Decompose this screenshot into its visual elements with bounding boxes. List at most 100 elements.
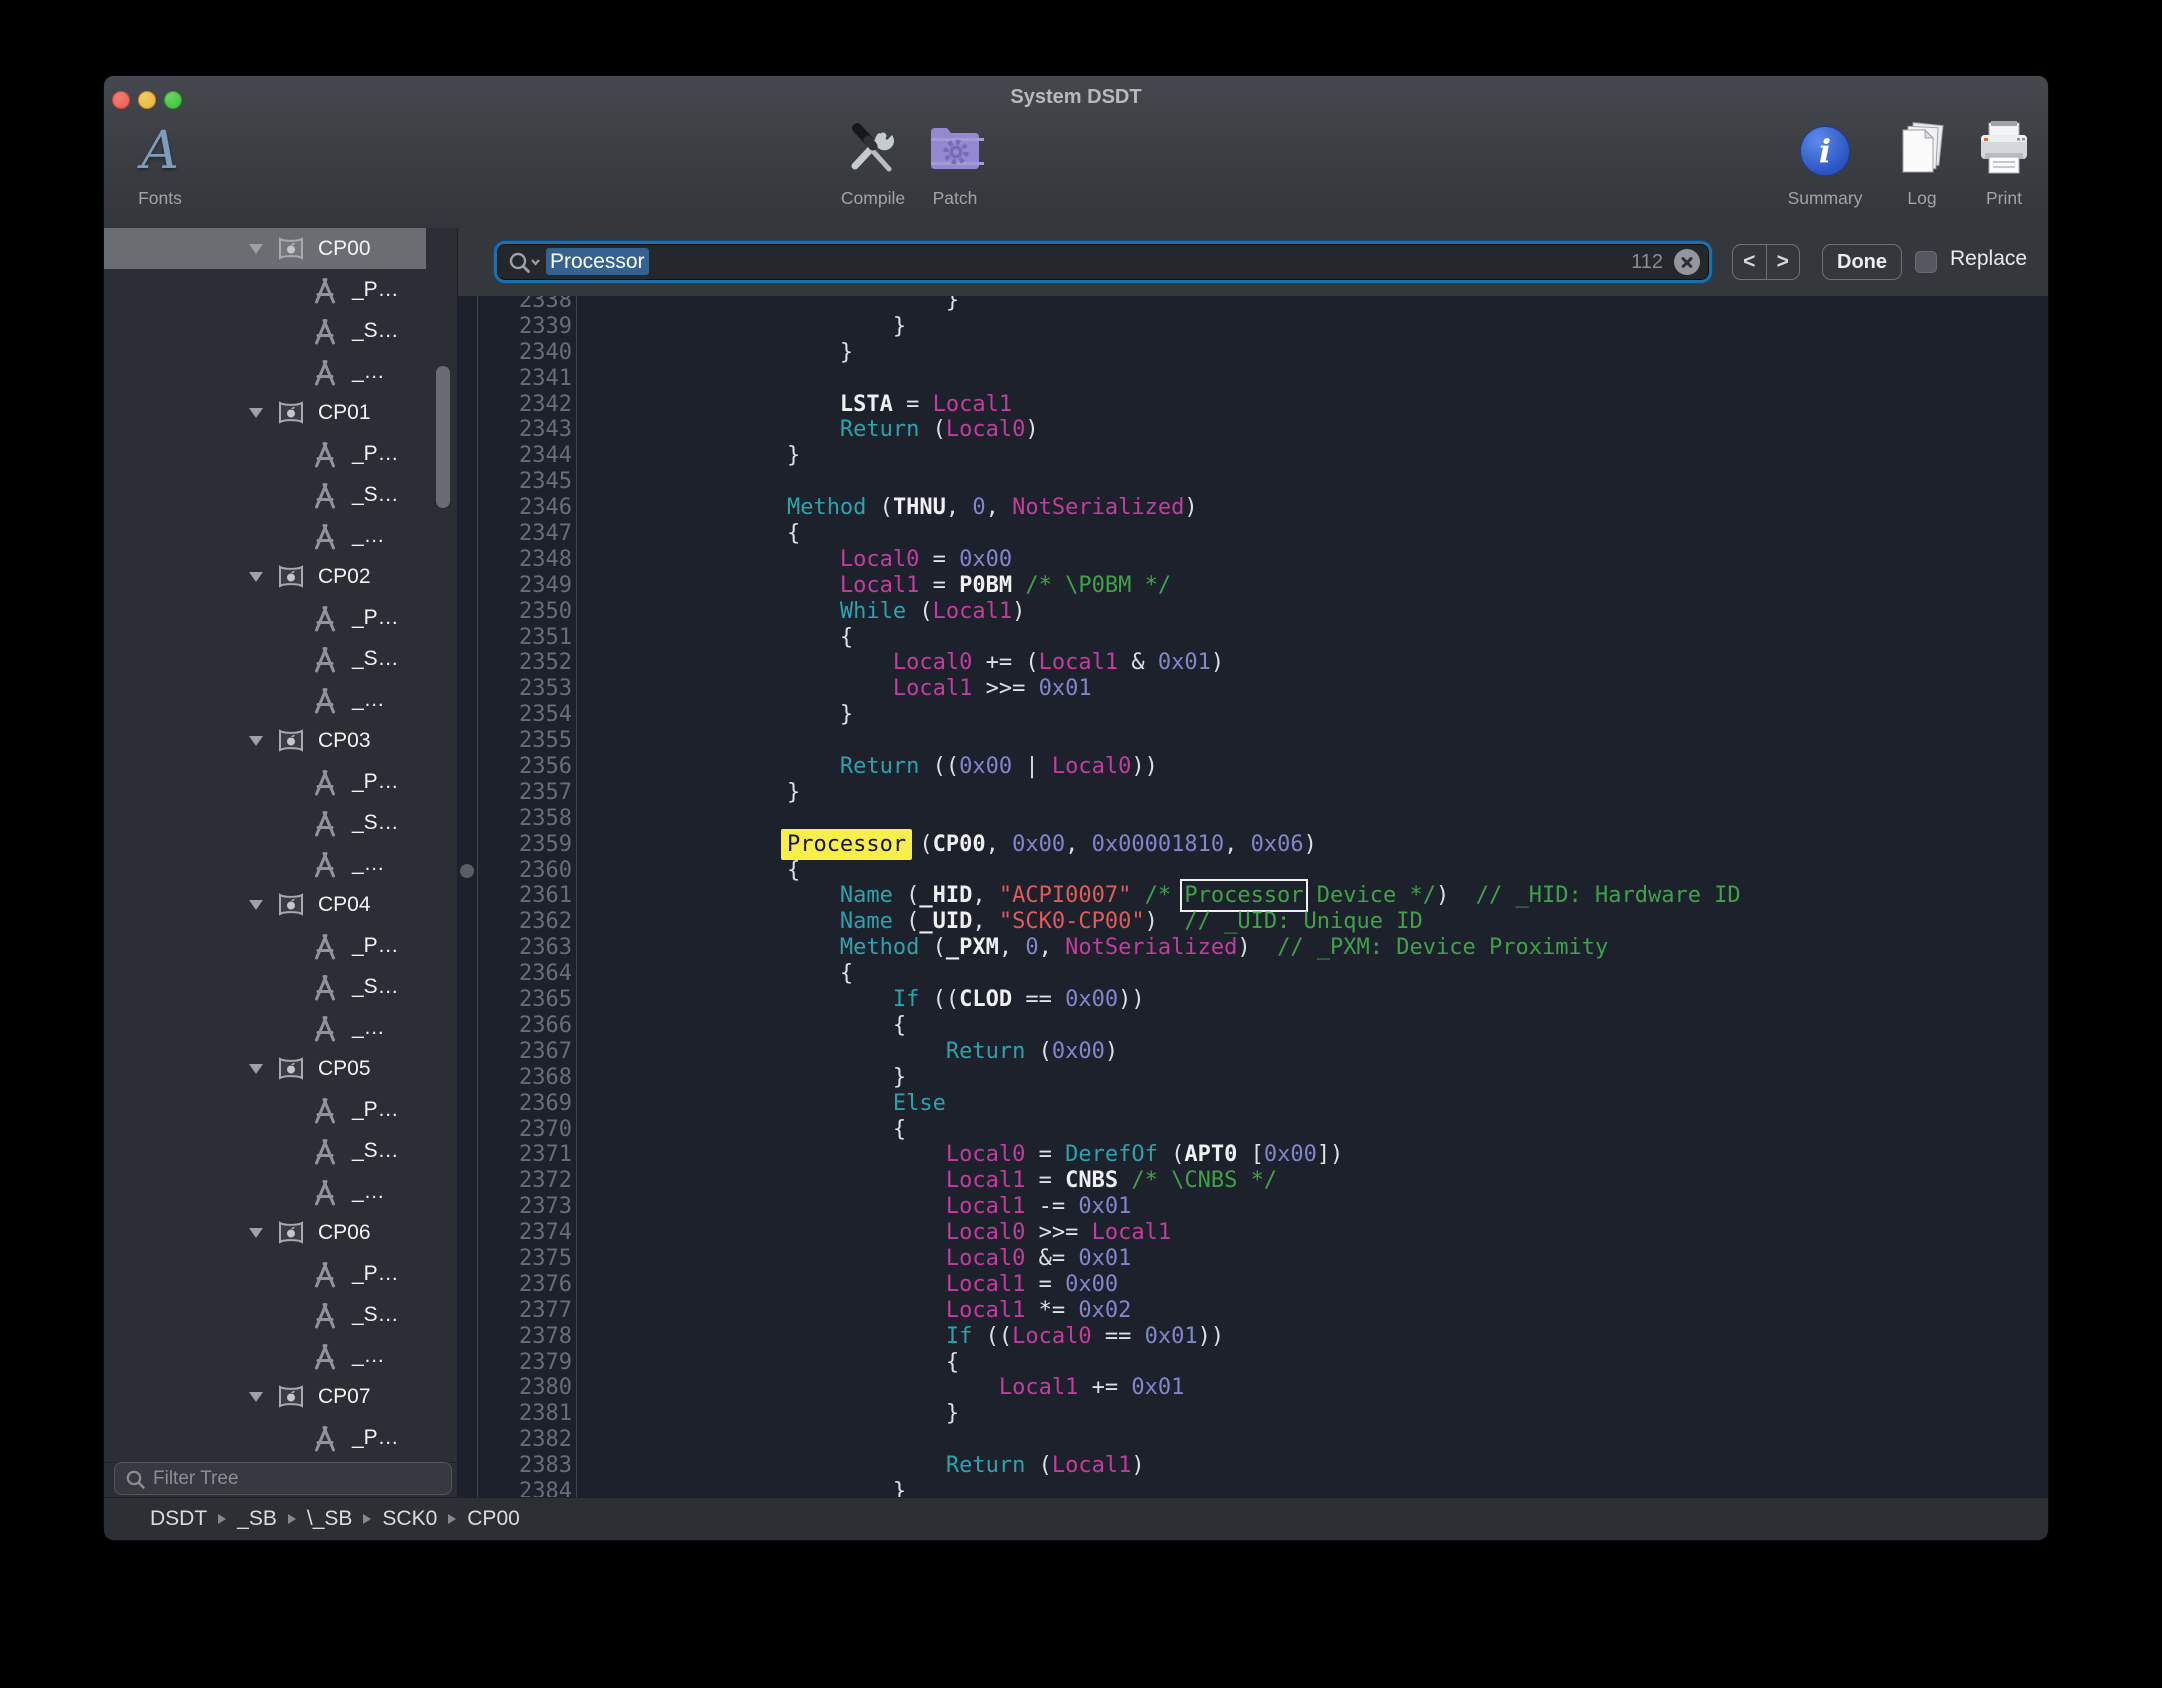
tree-item-_S[interactable]: _S… [104,966,426,1007]
tree-item-_[interactable]: _… [104,679,426,720]
line-number: 2374 [477,1220,572,1246]
tree-item-_P[interactable]: _P… [104,269,426,310]
code-line-2370[interactable]: 2370 { [458,1117,2048,1143]
tree-item-CP00[interactable]: CP00 [104,228,426,269]
code-line-2380[interactable]: 2380 Local1 += 0x01 [458,1375,2048,1401]
processor-scope-icon [276,1056,306,1081]
code-line-2346[interactable]: 2346 Method (THNU, 0, NotSerialized) [458,495,2048,521]
code-line-2360[interactable]: 2360 { [458,858,2048,884]
tree-item-CP03[interactable]: CP03 [104,720,426,761]
tree-item-CP04[interactable]: CP04 [104,884,426,925]
tree-item-_[interactable]: _… [104,1335,426,1376]
code-line-2352[interactable]: 2352 Local0 += (Local1 & 0x01) [458,650,2048,676]
code-line-2377[interactable]: 2377 Local1 *= 0x02 [458,1298,2048,1324]
tree-item-CP07[interactable]: CP07 [104,1376,426,1417]
code-line-2365[interactable]: 2365 If ((CLOD == 0x00)) [458,987,2048,1013]
tree-item-CP01[interactable]: CP01 [104,392,426,433]
code-line-2347[interactable]: 2347 { [458,521,2048,547]
replace-checkbox[interactable] [1915,251,1937,273]
fonts-button[interactable]: A Fonts [104,116,220,209]
code-line-2345[interactable]: 2345 [458,469,2048,495]
code-line-2351[interactable]: 2351 { [458,625,2048,651]
code-line-2372[interactable]: 2372 Local1 = CNBS /* \CNBS */ [458,1168,2048,1194]
code-line-2384[interactable]: 2384 } [458,1479,2048,1497]
code-line-2382[interactable]: 2382 [458,1427,2048,1453]
filter-tree-input[interactable] [151,1464,445,1494]
breadcrumb-item-_SB[interactable]: \_SB [307,1507,353,1531]
breadcrumb-item-SCK0[interactable]: SCK0 [382,1507,437,1531]
tree-item-_[interactable]: _… [104,515,426,556]
code-line-2373[interactable]: 2373 Local1 -= 0x01 [458,1194,2048,1220]
tree-item-_P[interactable]: _P… [104,925,426,966]
done-button[interactable]: Done [1822,244,1902,280]
search-input[interactable]: Processor 112 [494,241,1712,283]
line-number: 2350 [477,599,572,625]
code-line-2358[interactable]: 2358 [458,806,2048,832]
code-line-2381[interactable]: 2381 } [458,1401,2048,1427]
tree-item-CP05[interactable]: CP05 [104,1048,426,1089]
code-line-2348[interactable]: 2348 Local0 = 0x00 [458,547,2048,573]
tree-item-_P[interactable]: _P… [104,597,426,638]
tree-item-_S[interactable]: _S… [104,1130,426,1171]
tree-item-_P[interactable]: _P… [104,761,426,802]
code-editor[interactable]: 2338 }2339 }2340 }23412342 LSTA = Local1… [458,296,2048,1497]
code-line-2343[interactable]: 2343 Return (Local0) [458,417,2048,443]
next-match-button[interactable]: > [1767,245,1800,279]
tree-item-_[interactable]: _… [104,351,426,392]
patch-button[interactable]: Patch [895,116,1015,209]
tree-item-_S[interactable]: _S… [104,1294,426,1335]
code-line-2378[interactable]: 2378 If ((Local0 == 0x01)) [458,1324,2048,1350]
code-line-2339[interactable]: 2339 } [458,314,2048,340]
code-line-2374[interactable]: 2374 Local0 >>= Local1 [458,1220,2048,1246]
sidebar-scrollbar-thumb[interactable] [436,366,450,508]
tree-item-_S[interactable]: _S… [104,802,426,843]
code-line-2356[interactable]: 2356 Return ((0x00 | Local0)) [458,754,2048,780]
breadcrumb-item-DSDT[interactable]: DSDT [150,1507,207,1531]
tree-item-_S[interactable]: _S… [104,310,426,351]
clear-search-icon[interactable] [1674,249,1700,275]
tree-item-CP06[interactable]: CP06 [104,1212,426,1253]
code-line-2367[interactable]: 2367 Return (0x00) [458,1039,2048,1065]
tree-item-CP02[interactable]: CP02 [104,556,426,597]
code-line-2355[interactable]: 2355 [458,728,2048,754]
code-line-2369[interactable]: 2369 Else [458,1091,2048,1117]
code-line-2354[interactable]: 2354 } [458,702,2048,728]
code-line-2340[interactable]: 2340 } [458,340,2048,366]
tree-item-_S[interactable]: _S… [104,474,426,515]
tree-item-_[interactable]: _… [104,1007,426,1048]
code-line-2338[interactable]: 2338 } [458,296,2048,314]
previous-match-button[interactable]: < [1733,245,1767,279]
code-line-2362[interactable]: 2362 Name (_UID, "SCK0-CP00") // _UID: U… [458,909,2048,935]
tree-item-_[interactable]: _… [104,843,426,884]
print-button[interactable]: Print [1944,116,2048,209]
code-line-2344[interactable]: 2344 } [458,443,2048,469]
code-line-2361[interactable]: 2361 Name (_HID, "ACPI0007" /* Processor… [458,883,2048,909]
code-line-2349[interactable]: 2349 Local1 = P0BM /* \P0BM */ [458,573,2048,599]
code-line-2342[interactable]: 2342 LSTA = Local1 [458,392,2048,418]
code-line-2364[interactable]: 2364 { [458,961,2048,987]
code-line-2379[interactable]: 2379 { [458,1350,2048,1376]
tree-item-_P[interactable]: _P… [104,1089,426,1130]
code-line-2341[interactable]: 2341 [458,366,2048,392]
tree-item-_P[interactable]: _P… [104,1253,426,1294]
tree-item-_[interactable]: _… [104,1171,426,1212]
line-number: 2369 [477,1091,572,1117]
code-line-2371[interactable]: 2371 Local0 = DerefOf (APT0 [0x00]) [458,1142,2048,1168]
tree-item-_P[interactable]: _P… [104,1417,426,1458]
code-line-2353[interactable]: 2353 Local1 >>= 0x01 [458,676,2048,702]
tree-item-_S[interactable]: _S… [104,638,426,679]
code-line-2375[interactable]: 2375 Local0 &= 0x01 [458,1246,2048,1272]
breadcrumb-item-CP00[interactable]: CP00 [467,1507,520,1531]
code-line-2376[interactable]: 2376 Local1 = 0x00 [458,1272,2048,1298]
filter-field[interactable] [114,1462,452,1495]
code-line-2368[interactable]: 2368 } [458,1065,2048,1091]
code-line-2350[interactable]: 2350 While (Local1) [458,599,2048,625]
code-line-2383[interactable]: 2383 Return (Local1) [458,1453,2048,1479]
method-tool-icon [310,480,340,510]
code-line-2359[interactable]: 2359 Processor (CP00, 0x00, 0x00001810, … [458,832,2048,858]
code-line-2357[interactable]: 2357 } [458,780,2048,806]
code-line-2363[interactable]: 2363 Method (_PXM, 0, NotSerialized) // … [458,935,2048,961]
code-line-2366[interactable]: 2366 { [458,1013,2048,1039]
breadcrumb-item-_SB[interactable]: _SB [237,1507,277,1531]
tree-item-_P[interactable]: _P… [104,433,426,474]
